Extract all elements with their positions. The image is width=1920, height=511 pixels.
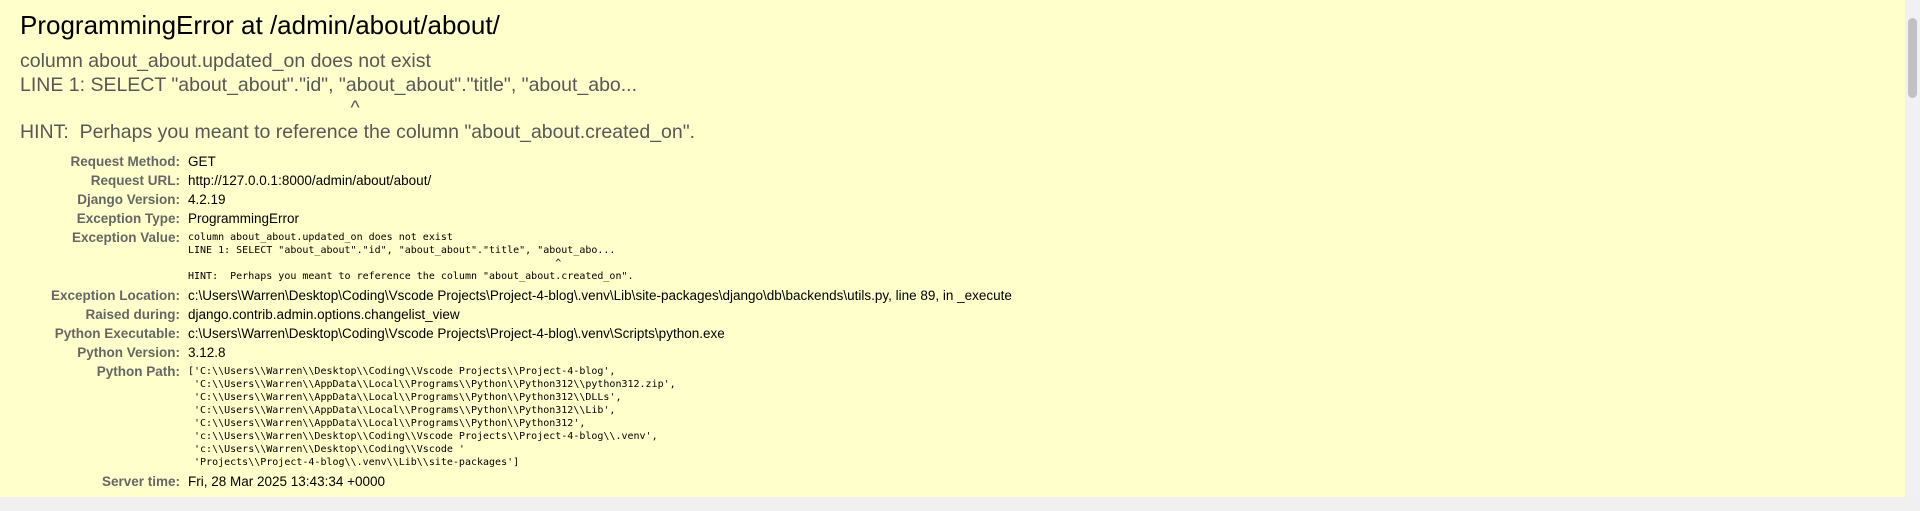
- meta-row-exception-value: Exception Value: column about_about.upda…: [20, 228, 1012, 286]
- meta-value[interactable]: http://127.0.0.1:8000/admin/about/about/: [188, 171, 1012, 190]
- meta-label: Server time:: [101, 474, 180, 489]
- meta-value[interactable]: Fri, 28 Mar 2025 13:43:34 +0000: [188, 472, 1012, 491]
- exception-value-code[interactable]: column about_about.updated_on does not e…: [188, 231, 1012, 283]
- meta-value[interactable]: 4.2.19: [188, 190, 1012, 209]
- meta-value[interactable]: GET: [188, 152, 1012, 171]
- meta-label: Request Method:: [70, 154, 181, 169]
- meta-value[interactable]: django.contrib.admin.options.changelist_…: [188, 305, 1012, 324]
- meta-label: Python Path:: [96, 364, 180, 379]
- meta-row-python-path: Python Path: ['C:\\Users\\Warren\\Deskto…: [20, 362, 1012, 472]
- meta-label: Python Version:: [77, 345, 180, 360]
- vertical-scrollbar[interactable]: [1905, 0, 1920, 497]
- meta-label: Exception Location:: [50, 288, 180, 303]
- meta-value[interactable]: c:\Users\Warren\Desktop\Coding\Vscode Pr…: [188, 324, 1012, 343]
- meta-row-python-version: Python Version: 3.12.8: [20, 343, 1012, 362]
- meta-label: Django Version:: [77, 192, 180, 207]
- scrollbar-thumb[interactable]: [1908, 18, 1917, 98]
- meta-label: Exception Value:: [71, 230, 180, 245]
- meta-row-django-version: Django Version: 4.2.19: [20, 190, 1012, 209]
- request-meta-table: Request Method: GET Request URL: http://…: [20, 152, 1012, 491]
- error-summary: ProgrammingError at /admin/about/about/ …: [0, 0, 1905, 498]
- meta-label: Raised during:: [85, 307, 180, 322]
- meta-row-raised-during: Raised during: django.contrib.admin.opti…: [20, 305, 1012, 324]
- python-path-code[interactable]: ['C:\\Users\\Warren\\Desktop\\Coding\\Vs…: [188, 365, 1012, 469]
- page-title: ProgrammingError at /admin/about/about/: [20, 10, 500, 40]
- meta-row-request-url: Request URL: http://127.0.0.1:8000/admin…: [20, 171, 1012, 190]
- meta-row-exception-location: Exception Location: c:\Users\Warren\Desk…: [20, 286, 1012, 305]
- meta-value-cell: ['C:\\Users\\Warren\\Desktop\\Coding\\Vs…: [188, 362, 1012, 472]
- meta-label: Request URL:: [90, 173, 180, 188]
- meta-value-cell: column about_about.updated_on does not e…: [188, 228, 1012, 286]
- exception-summary: column about_about.updated_on does not e…: [20, 50, 696, 143]
- next-section-edge: [0, 497, 1920, 511]
- meta-value[interactable]: c:\Users\Warren\Desktop\Coding\Vscode Pr…: [188, 286, 1012, 305]
- meta-row-request-method: Request Method: GET: [20, 152, 1012, 171]
- meta-label: Python Executable:: [54, 326, 180, 341]
- meta-row-python-executable: Python Executable: c:\Users\Warren\Deskt…: [20, 324, 1012, 343]
- meta-value[interactable]: 3.12.8: [188, 343, 1012, 362]
- meta-row-exception-type: Exception Type: ProgrammingError: [20, 209, 1012, 228]
- meta-label: Exception Type:: [76, 211, 180, 226]
- meta-row-server-time: Server time: Fri, 28 Mar 2025 13:43:34 +…: [20, 472, 1012, 491]
- meta-value[interactable]: ProgrammingError: [188, 209, 1012, 228]
